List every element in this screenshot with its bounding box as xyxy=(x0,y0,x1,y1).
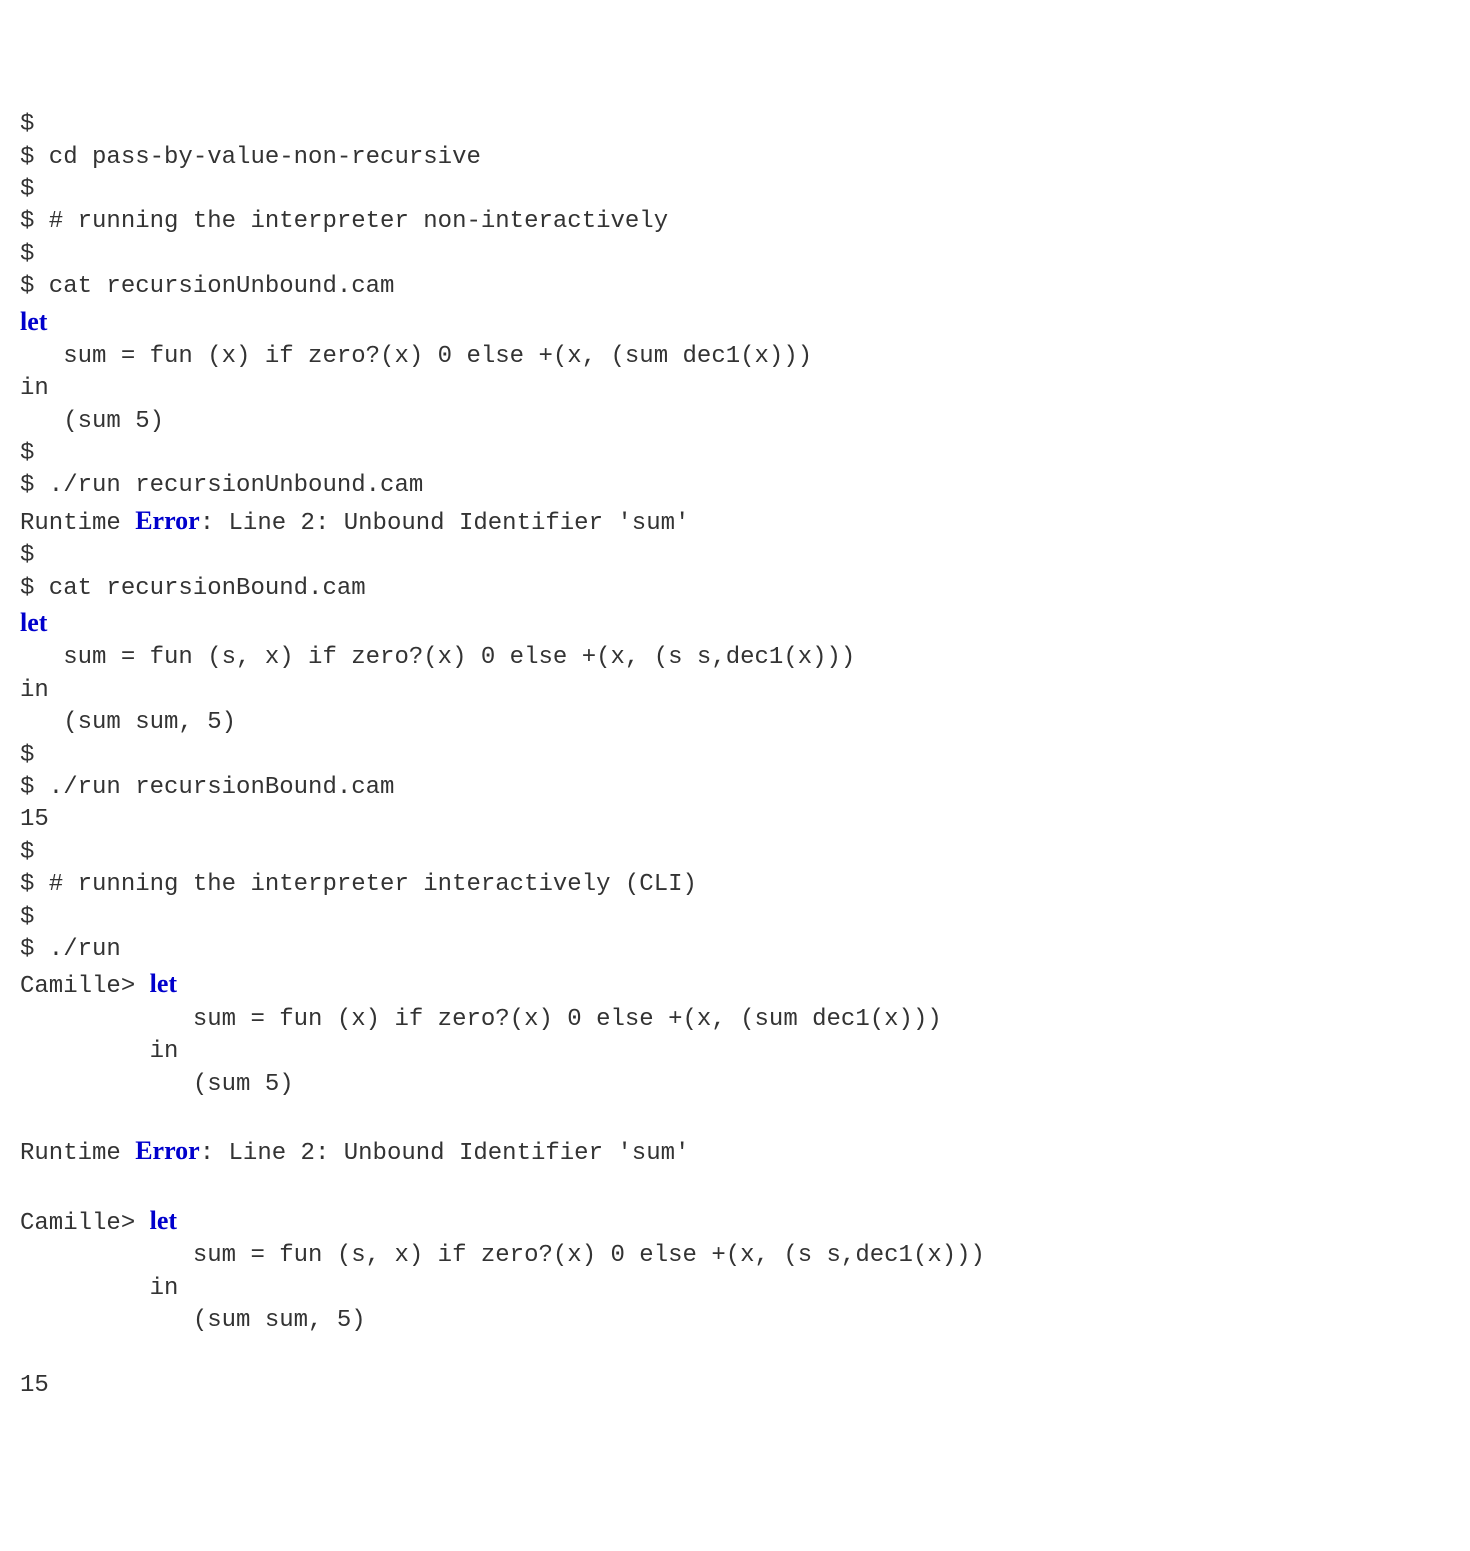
terminal-line: let xyxy=(20,605,1450,642)
terminal-line: $ cat recursionUnbound.cam xyxy=(20,271,1450,303)
terminal-line: $ xyxy=(20,109,1450,141)
text-segment: in xyxy=(20,1275,178,1302)
terminal-line: $ # running the interpreter non-interact… xyxy=(20,206,1450,238)
text-segment: sum = fun (s, x) if zero?(x) 0 else +(x,… xyxy=(20,1242,985,1269)
text-segment: in xyxy=(20,375,49,402)
terminal-line: Runtime Error: Line 2: Unbound Identifie… xyxy=(20,1133,1450,1170)
text-segment: $ # running the interpreter interactivel… xyxy=(20,871,697,898)
terminal-line: sum = fun (s, x) if zero?(x) 0 else +(x,… xyxy=(20,1240,1450,1272)
keyword: let xyxy=(20,307,47,336)
text-segment: $ cat recursionUnbound.cam xyxy=(20,273,394,300)
terminal-line xyxy=(20,1338,1450,1370)
terminal-line: Camille> let xyxy=(20,1203,1450,1240)
text-segment: 15 xyxy=(20,806,49,833)
text-segment: : Line 2: Unbound Identifier 'sum' xyxy=(200,510,690,537)
text-segment: Runtime xyxy=(20,1140,135,1167)
text-segment: Camille> xyxy=(20,973,150,1000)
text-segment: $ cd pass-by-value-non-recursive xyxy=(20,144,481,171)
terminal-line: 15 xyxy=(20,1370,1450,1402)
text-segment: 15 xyxy=(20,1372,49,1399)
terminal-line: let xyxy=(20,304,1450,341)
terminal-line: $ ./run recursionUnbound.cam xyxy=(20,470,1450,502)
terminal-line xyxy=(20,1171,1450,1203)
text-segment: $ xyxy=(20,176,34,203)
text-segment: $ ./run recursionUnbound.cam xyxy=(20,472,423,499)
text-segment: $ xyxy=(20,742,34,769)
terminal-line: $ xyxy=(20,540,1450,572)
terminal-output: $ $ cd pass-by-value-non-recursive $ $ # ru… xyxy=(20,109,1450,1402)
text-segment: sum = fun (s, x) if zero?(x) 0 else +(x,… xyxy=(20,644,855,671)
text-segment: $ xyxy=(20,904,34,931)
terminal-line: $ # running the interpreter interactivel… xyxy=(20,869,1450,901)
terminal-line: $ ./run recursionBound.cam xyxy=(20,772,1450,804)
text-segment: Runtime xyxy=(20,510,135,537)
text-segment: (sum 5) xyxy=(20,408,164,435)
terminal-line: (sum sum, 5) xyxy=(20,707,1450,739)
terminal-line: $ xyxy=(20,438,1450,470)
text-segment: sum = fun (x) if zero?(x) 0 else +(x, (s… xyxy=(20,343,812,370)
terminal-line: 15 xyxy=(20,804,1450,836)
terminal-line: $ xyxy=(20,837,1450,869)
terminal-line xyxy=(20,1101,1450,1133)
text-segment: in xyxy=(20,1038,178,1065)
terminal-line: $ xyxy=(20,239,1450,271)
keyword: let xyxy=(150,969,177,998)
terminal-line: (sum 5) xyxy=(20,1069,1450,1101)
text-segment: $ cat recursionBound.cam xyxy=(20,575,366,602)
text-segment: Camille> xyxy=(20,1210,150,1237)
terminal-line: sum = fun (x) if zero?(x) 0 else +(x, (s… xyxy=(20,1004,1450,1036)
text-segment: $ xyxy=(20,542,34,569)
terminal-line: $ cat recursionBound.cam xyxy=(20,573,1450,605)
terminal-line: $ cd pass-by-value-non-recursive xyxy=(20,142,1450,174)
keyword: let xyxy=(20,608,47,637)
terminal-line: Camille> let xyxy=(20,966,1450,1003)
text-segment: (sum sum, 5) xyxy=(20,709,236,736)
text-segment: $ xyxy=(20,241,34,268)
text-segment: $ # running the interpreter non-interact… xyxy=(20,208,668,235)
text-segment: $ xyxy=(20,440,34,467)
terminal-line: in xyxy=(20,675,1450,707)
text-segment: sum = fun (x) if zero?(x) 0 else +(x, (s… xyxy=(20,1006,942,1033)
text-segment: $ ./run xyxy=(20,936,121,963)
text-segment: $ xyxy=(20,839,34,866)
terminal-line: (sum 5) xyxy=(20,406,1450,438)
text-segment: $ xyxy=(20,111,34,138)
terminal-line: $ xyxy=(20,740,1450,772)
terminal-line: sum = fun (x) if zero?(x) 0 else +(x, (s… xyxy=(20,341,1450,373)
terminal-line: (sum sum, 5) xyxy=(20,1305,1450,1337)
terminal-line: $ xyxy=(20,174,1450,206)
keyword: let xyxy=(150,1206,177,1235)
text-segment: (sum 5) xyxy=(20,1071,294,1098)
terminal-line: $ xyxy=(20,902,1450,934)
keyword: Error xyxy=(135,1136,200,1165)
text-segment: : Line 2: Unbound Identifier 'sum' xyxy=(200,1140,690,1167)
text-segment: in xyxy=(20,677,49,704)
terminal-line: in xyxy=(20,1036,1450,1068)
terminal-line: in xyxy=(20,1273,1450,1305)
terminal-line: in xyxy=(20,373,1450,405)
terminal-line: $ ./run xyxy=(20,934,1450,966)
text-segment: $ ./run recursionBound.cam xyxy=(20,774,394,801)
terminal-line: Runtime Error: Line 2: Unbound Identifie… xyxy=(20,503,1450,540)
text-segment: (sum sum, 5) xyxy=(20,1307,366,1334)
terminal-line: sum = fun (s, x) if zero?(x) 0 else +(x,… xyxy=(20,642,1450,674)
keyword: Error xyxy=(135,506,200,535)
